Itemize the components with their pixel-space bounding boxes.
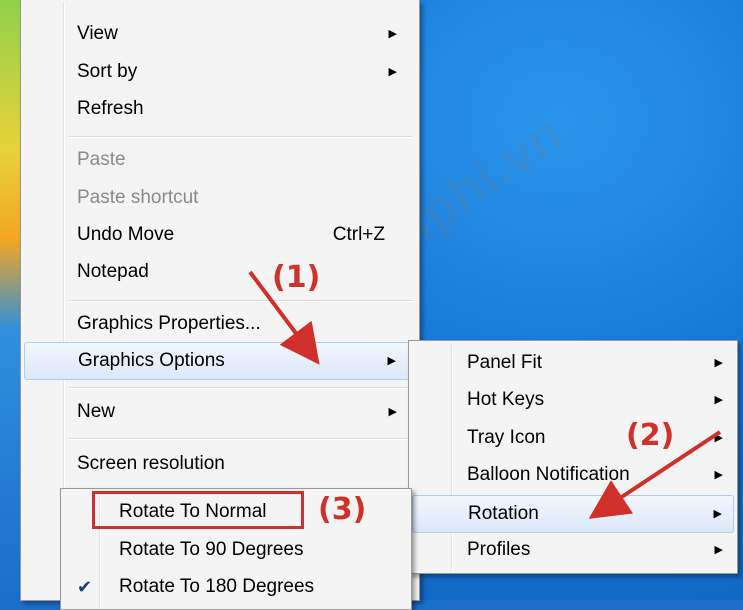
- menu-item-label: Rotation: [468, 503, 539, 524]
- chevron-right-icon: ▶: [714, 394, 723, 406]
- menu-item-screen-resolution[interactable]: Screen resolution: [21, 446, 419, 482]
- menu-separator: [69, 387, 413, 389]
- menu-item-label: Paste shortcut: [77, 187, 199, 208]
- menu-item-label: Balloon Notification: [467, 464, 630, 485]
- menu-item-label: Panel Fit: [467, 352, 542, 373]
- menu-separator: [69, 136, 413, 138]
- menu-item-label: Rotate To 90 Degrees: [119, 539, 304, 560]
- menu-item-rotate-to-90[interactable]: Rotate To 90 Degrees: [61, 532, 411, 568]
- chevron-right-icon: ▶: [714, 432, 723, 444]
- menu-item-label: Undo Move: [77, 224, 175, 245]
- menu-item-label: Tray Icon: [467, 427, 546, 448]
- menu-item-new[interactable]: New ▶: [21, 394, 419, 430]
- menu-item-label: Refresh: [77, 98, 144, 119]
- highlight-box-rotate-to-normal: [92, 491, 304, 529]
- menu-item-label: View: [77, 23, 118, 44]
- menu-item-rotation[interactable]: Rotation ▶: [412, 495, 734, 533]
- menu-item-label: New: [77, 401, 116, 422]
- menu-item-balloon-notification[interactable]: Balloon Notification ▶: [409, 457, 737, 493]
- menu-separator: [69, 438, 413, 440]
- menu-item-label: Graphics Options: [78, 350, 225, 371]
- chevron-right-icon: ▶: [387, 355, 396, 367]
- menu-item-label: Paste: [77, 149, 126, 170]
- menu-item-hot-keys[interactable]: Hot Keys ▶: [409, 382, 737, 418]
- menu-separator: [69, 300, 413, 302]
- menu-item-paste: Paste: [21, 142, 419, 178]
- menu-item-view[interactable]: View ▶: [21, 16, 419, 52]
- menu-item-label: Sort by: [77, 61, 138, 82]
- chevron-right-icon: ▶: [388, 28, 397, 40]
- menu-item-graphics-properties[interactable]: Graphics Properties...: [21, 306, 419, 342]
- menu-item-sort-by[interactable]: Sort by ▶: [21, 54, 419, 90]
- chevron-right-icon: ▶: [388, 66, 397, 78]
- graphics-options-submenu: Panel Fit ▶ Hot Keys ▶ Tray Icon ▶ Ballo…: [408, 340, 738, 574]
- chevron-right-icon: ▶: [714, 357, 723, 369]
- menu-item-notepad[interactable]: Notepad: [21, 254, 419, 290]
- chevron-right-icon: ▶: [714, 544, 723, 556]
- step-2-label: (2): [626, 418, 675, 453]
- menu-item-graphics-options[interactable]: Graphics Options ▶: [24, 342, 416, 380]
- menu-item-profiles[interactable]: Profiles ▶: [409, 532, 737, 568]
- chevron-right-icon: ▶: [388, 406, 397, 418]
- menu-item-label: Hot Keys: [467, 389, 545, 410]
- menu-item-refresh[interactable]: Refresh: [21, 91, 419, 127]
- menu-item-undo-move[interactable]: Undo Move Ctrl+Z: [21, 217, 419, 253]
- menu-item-paste-shortcut: Paste shortcut: [21, 180, 419, 216]
- shortcut-label: Ctrl+Z: [332, 224, 385, 245]
- menu-item-label: Screen resolution: [77, 453, 225, 474]
- chevron-right-icon: ▶: [713, 508, 722, 520]
- menu-item-label: Notepad: [77, 261, 149, 282]
- menu-item-label: Graphics Properties...: [77, 313, 261, 334]
- chevron-right-icon: ▶: [714, 469, 723, 481]
- menu-item-label: Profiles: [467, 539, 531, 560]
- menu-item-panel-fit[interactable]: Panel Fit ▶: [409, 345, 737, 381]
- menu-item-tray-icon[interactable]: Tray Icon ▶: [409, 420, 737, 456]
- step-3-label: (3): [318, 492, 367, 527]
- step-1-label: (1): [272, 260, 321, 295]
